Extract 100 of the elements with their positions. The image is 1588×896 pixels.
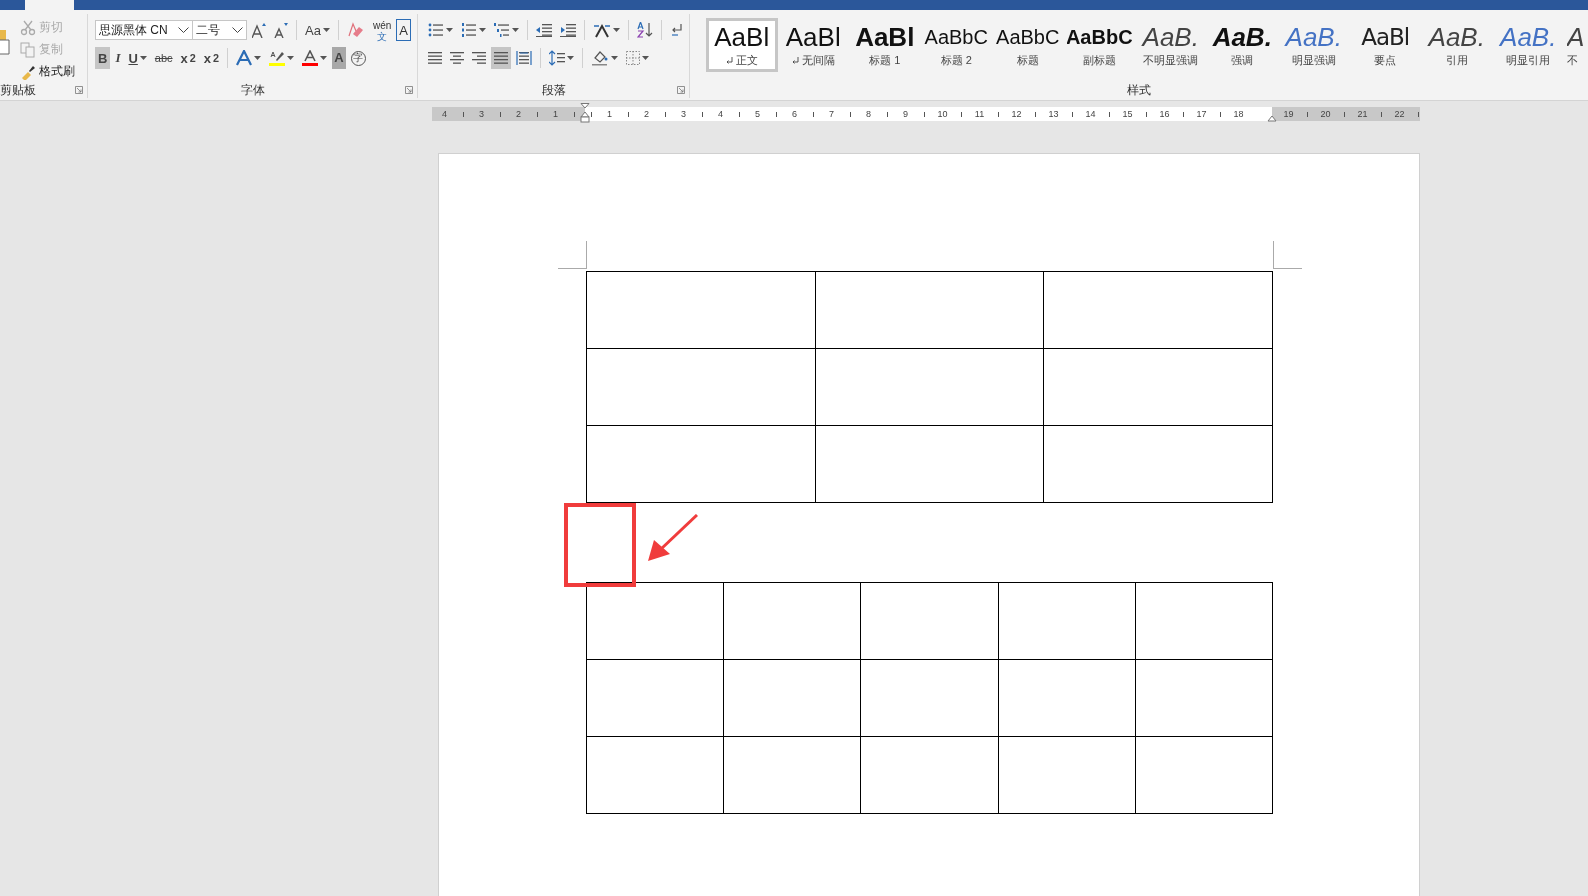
style-gallery-item[interactable]: AaBbC 副标题 xyxy=(1063,18,1135,72)
table-cell[interactable] xyxy=(723,659,861,737)
borders-icon xyxy=(626,51,640,65)
chevron-icon xyxy=(178,26,189,34)
eraser-icon xyxy=(346,22,365,38)
ruler-number: 14 xyxy=(1084,109,1097,119)
justify-icon xyxy=(494,52,508,64)
copy-icon xyxy=(20,41,36,58)
style-name: 明显引用 xyxy=(1506,53,1551,68)
caret-icon xyxy=(320,56,328,60)
ruler-number: 19 xyxy=(1282,109,1295,119)
align-center-icon xyxy=(450,52,464,64)
right-indent-marker[interactable] xyxy=(1267,115,1277,123)
table-cell[interactable] xyxy=(998,582,1136,660)
bullet-list-icon xyxy=(428,23,444,37)
dialog-launcher-icon xyxy=(75,86,83,94)
table-cell[interactable] xyxy=(586,271,816,349)
ruler-number: 9 xyxy=(902,109,909,119)
table-cell[interactable] xyxy=(1135,659,1273,737)
justify-button[interactable] xyxy=(491,47,511,69)
caret-icon xyxy=(613,28,620,32)
table-cell[interactable] xyxy=(586,425,816,503)
ruler-number: 11 xyxy=(973,109,986,119)
change-case-button[interactable]: Aa xyxy=(302,19,333,41)
caret-icon xyxy=(139,56,147,60)
chinese-layout-icon xyxy=(593,22,611,38)
table-cell[interactable] xyxy=(860,659,999,737)
style-gallery-item[interactable]: AaBbC 标题 2 xyxy=(920,18,992,72)
table-cell[interactable] xyxy=(723,582,861,660)
style-name: 标题 1 xyxy=(869,53,901,68)
ruler-number: 22 xyxy=(1393,109,1406,119)
caret-icon xyxy=(254,56,262,60)
table-cell[interactable] xyxy=(1043,425,1273,503)
group-label: 字体 xyxy=(240,81,265,99)
style-gallery-item[interactable]: AaBl 无间隔 xyxy=(777,18,849,72)
ruler-number: 5 xyxy=(754,109,761,119)
distribute-icon xyxy=(516,51,532,65)
sort-icon xyxy=(637,22,653,38)
table-cell[interactable] xyxy=(586,348,816,426)
style-gallery-item[interactable]: AaB. 明显引用 xyxy=(1492,18,1564,72)
caret-icon xyxy=(322,28,330,32)
table-cell[interactable] xyxy=(1135,736,1273,814)
table-cell[interactable] xyxy=(723,736,861,814)
table-cell[interactable] xyxy=(860,582,999,660)
ruler-number: 15 xyxy=(1121,109,1134,119)
shrink-font-icon xyxy=(274,22,288,38)
ruler-number: 4 xyxy=(441,109,448,119)
caret-icon xyxy=(611,56,618,60)
style-name: 引用 xyxy=(1445,53,1468,68)
underline-button[interactable]: U xyxy=(125,47,150,69)
table-cell[interactable] xyxy=(815,348,1044,426)
table-cell[interactable] xyxy=(998,736,1136,814)
table-cell[interactable] xyxy=(586,659,724,737)
table-cell[interactable] xyxy=(815,271,1044,349)
pointer-arrow xyxy=(648,514,698,562)
bold-button[interactable]: B xyxy=(95,47,111,69)
caret-icon xyxy=(446,28,453,32)
highlighter-icon xyxy=(269,50,286,66)
table-cell[interactable] xyxy=(860,736,999,814)
style-gallery-item[interactable]: AaB. 明显强调 xyxy=(1278,18,1350,72)
style-gallery-item[interactable]: AaB. 强调 xyxy=(1206,18,1278,72)
table-cell[interactable] xyxy=(586,736,724,814)
character-shading-button[interactable]: A xyxy=(332,47,346,69)
character-border-button[interactable]: A xyxy=(396,19,411,41)
style-gallery-item[interactable]: AaBl 标题 1 xyxy=(849,18,921,72)
style-name: 不明显强调 xyxy=(1143,53,1199,68)
style-name: 正文 xyxy=(725,53,758,68)
ruler-number: 2 xyxy=(643,109,650,119)
chevron-icon xyxy=(232,26,243,34)
table-cell[interactable] xyxy=(1043,271,1273,349)
table-cell[interactable] xyxy=(1135,582,1273,660)
decrease-indent-icon xyxy=(536,23,552,37)
style-name: 不 xyxy=(1567,53,1578,68)
table-cell[interactable] xyxy=(998,659,1136,737)
style-name: 明显强调 xyxy=(1291,53,1336,68)
ruler-number: 3 xyxy=(680,109,687,119)
strike-button[interactable]: abc xyxy=(151,47,176,69)
ruler-number: 16 xyxy=(1158,109,1171,119)
font-size-dropdown[interactable]: 二号 xyxy=(192,20,247,40)
text-effects-icon xyxy=(236,50,253,66)
font-name-dropdown[interactable]: 思源黑体 CN xyxy=(95,20,193,40)
table-cell[interactable] xyxy=(1043,348,1273,426)
style-gallery-item[interactable]: AaBl 正文 xyxy=(706,18,778,72)
format-painter-button[interactable]: 格式刷 xyxy=(18,62,77,81)
style-gallery-item[interactable]: AaB. 引用 xyxy=(1421,18,1493,72)
style-name: 无间隔 xyxy=(791,53,835,68)
numbered-list-icon xyxy=(461,23,477,37)
italic-button[interactable]: I xyxy=(112,47,124,69)
table-cell[interactable] xyxy=(815,425,1044,503)
scissors-icon xyxy=(20,19,36,36)
ruler-number: 3 xyxy=(478,109,485,119)
caret-icon xyxy=(642,56,649,60)
caret-icon xyxy=(479,28,486,32)
style-gallery-item[interactable]: AaB. 不明显强调 xyxy=(1135,18,1207,72)
style-name: 副标题 xyxy=(1082,53,1116,68)
style-gallery-item[interactable]: AaBl 要点 xyxy=(1349,18,1421,72)
table-cell[interactable] xyxy=(586,582,724,660)
phonetic-guide-button[interactable]: wén 文 xyxy=(369,19,395,41)
ruler-number: 10 xyxy=(936,109,949,119)
style-gallery-item[interactable]: AaBbC 标题 xyxy=(992,18,1064,72)
